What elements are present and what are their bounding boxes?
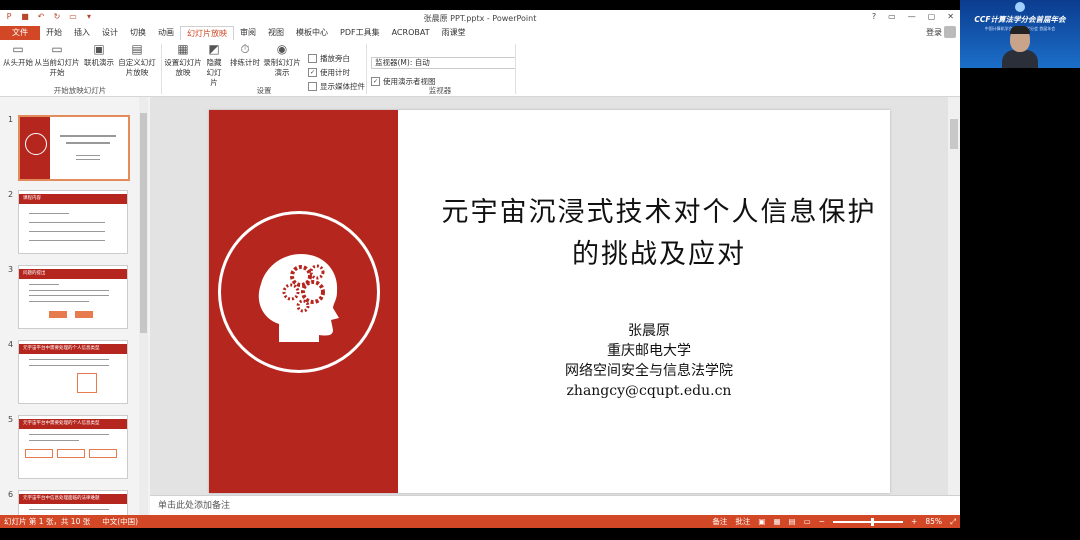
user-avatar[interactable]: [944, 26, 956, 38]
current-slide[interactable]: 元宇宙沉浸式技术对个人信息保护的挑战及应对 张晨原 重庆邮电大学 网络空间安全与…: [209, 110, 890, 493]
use-timings-checkbox[interactable]: ✓ 使用计时: [308, 67, 350, 78]
login-link[interactable]: 登录: [926, 27, 942, 38]
zoom-slider[interactable]: [833, 517, 904, 526]
slideshow-current-icon: ▭: [51, 42, 63, 56]
window-title: 张晨原 PPT.pptx - PowerPoint: [423, 14, 537, 23]
slide-author-block: 张晨原 重庆邮电大学 网络空间安全与信息法学院 zhangcy@cqupt.ed…: [489, 321, 809, 401]
monitor-select[interactable]: 监视器(M): 自动: [371, 57, 516, 69]
status-bar: 幻灯片 第 1 张，共 10 张 中文(中国) 备注 批注 ▣ ▦ ▤ ▭ − …: [0, 515, 960, 528]
record-slideshow-button[interactable]: ◉ 录制幻灯片演示: [262, 42, 302, 78]
author-name: 张晨原: [628, 323, 670, 339]
scroll-thumb[interactable]: [950, 119, 958, 149]
zoom-in-icon[interactable]: +: [911, 515, 917, 528]
tab-slide-show[interactable]: 幻灯片放映: [180, 25, 234, 41]
start-group-label: 开始放映幻灯片: [53, 86, 107, 95]
comments-toggle-button[interactable]: 批注: [735, 515, 750, 528]
thumbnail-image: 问题的提出: [18, 265, 128, 329]
group-divider: [161, 44, 162, 94]
banner-title: CCF计算法学分会首届年会: [974, 15, 1066, 24]
tab-rain-classroom[interactable]: 雨课堂: [436, 26, 472, 40]
tab-home[interactable]: 开始: [40, 26, 68, 40]
record-icon: ◉: [276, 42, 288, 56]
reading-view-icon[interactable]: ▤: [789, 515, 796, 528]
from-beginning-button[interactable]: ▭ 从头开始: [2, 42, 34, 68]
powerpoint-window: P ■ ↶ ↻ ▭ ▾ 张晨原 PPT.pptx - PowerPoint ? …: [0, 10, 960, 528]
slide-canvas: 元宇宙沉浸式技术对个人信息保护的挑战及应对 张晨原 重庆邮电大学 网络空间安全与…: [150, 97, 948, 495]
video-side-panel: CCF计算法学分会首届年会 中国计算机学会 计算法学分会 首届年会: [960, 0, 1080, 540]
speaker-video: [1002, 26, 1038, 68]
group-divider: [366, 44, 367, 94]
from-current-slide-button[interactable]: ▭ 从当前幻灯片开始: [33, 42, 81, 78]
setup-slideshow-icon: ▦: [177, 42, 189, 56]
tab-acrobat[interactable]: ACROBAT: [386, 26, 436, 40]
thumbnail-image: 课程内容: [18, 190, 128, 254]
checkbox-box: ✓: [308, 68, 317, 77]
window-controls: ? ▭ — ▢ ✕: [872, 12, 954, 21]
tab-review[interactable]: 审阅: [234, 26, 262, 40]
tab-insert[interactable]: 插入: [68, 26, 96, 40]
monitor-group-label: 监视器: [428, 86, 452, 95]
head-gears-icon: [258, 254, 339, 342]
checkbox-box: [308, 54, 317, 63]
thumbnail-image: 元宇宙平台中需要处理的个人信息类型: [18, 415, 128, 479]
maximize-button[interactable]: ▢: [928, 12, 936, 21]
normal-view-icon[interactable]: ▣: [758, 515, 765, 528]
tab-transitions[interactable]: 切换: [124, 26, 152, 40]
slide-red-panel: [209, 110, 398, 493]
slide-scrollbar[interactable]: [948, 97, 960, 495]
hide-slide-icon: ◩: [208, 42, 220, 56]
author-email: zhangcy@cqupt.edu.cn: [566, 383, 732, 399]
zoom-level[interactable]: 85%: [925, 515, 942, 528]
thumbnail-image: 元宇宙平台中需要处理的个人信息类型: [18, 340, 128, 404]
slide-sorter-icon[interactable]: ▦: [773, 515, 780, 528]
tab-template-center[interactable]: 模板中心: [290, 26, 334, 40]
ribbon: ▭ 从头开始 ▭ 从当前幻灯片开始 ▣ 联机演示 ▤ 自定义幻灯片放映 开始放映…: [0, 40, 960, 97]
custom-slideshow-icon: ▤: [131, 42, 143, 56]
hide-slide-button[interactable]: ◩ 隐藏幻灯片: [203, 42, 225, 88]
ribbon-tabs: 文件 开始 插入 设计 切换 动画 幻灯片放映 审阅 视图 模板中心 PDF工具…: [0, 25, 960, 41]
slideshow-view-icon[interactable]: ▭: [804, 515, 811, 528]
slideshow-start-icon: ▭: [12, 42, 24, 56]
tab-view[interactable]: 视图: [262, 26, 290, 40]
setup-group-label: 设置: [256, 86, 272, 95]
present-online-button[interactable]: ▣ 联机演示: [82, 42, 116, 68]
present-online-icon: ▣: [93, 42, 105, 56]
close-button[interactable]: ✕: [947, 12, 954, 21]
thumbnail-image: 元宇宙平台中信息处理面临的法律难题: [18, 490, 128, 515]
thumbnail-scrollbar[interactable]: [139, 97, 148, 515]
tab-pdf-tools[interactable]: PDF工具集: [334, 26, 386, 40]
thumbnail-image: [18, 115, 130, 181]
conference-banner: CCF计算法学分会首届年会 中国计算机学会 计算法学分会 首届年会: [960, 0, 1080, 68]
head-gears-logo: [218, 211, 380, 373]
tab-design[interactable]: 设计: [96, 26, 124, 40]
language-indicator[interactable]: 中文(中国): [102, 515, 138, 528]
scroll-thumb[interactable]: [140, 113, 147, 333]
play-narrations-checkbox[interactable]: 播放旁白: [308, 53, 350, 64]
author-school: 网络空间安全与信息法学院: [565, 363, 733, 379]
slide-counter: 幻灯片 第 1 张，共 10 张: [4, 517, 91, 526]
help-button[interactable]: ?: [872, 12, 876, 21]
notes-pane[interactable]: 单击此处添加备注: [150, 495, 960, 515]
ccf-logo-icon: [1015, 2, 1025, 12]
workspace: 1 2 课程内容 3 问题的提出 4 元宇宙平台中需要处理的个人信息类型 5 元…: [0, 97, 960, 515]
notes-toggle-button[interactable]: 备注: [712, 515, 727, 528]
tab-animations[interactable]: 动画: [152, 26, 180, 40]
rehearse-timings-button[interactable]: ⏱ 排练计时: [228, 42, 262, 68]
zoom-out-icon[interactable]: −: [819, 515, 825, 528]
title-bar: P ■ ↶ ↻ ▭ ▾ 张晨原 PPT.pptx - PowerPoint ? …: [0, 10, 960, 27]
fit-slide-icon[interactable]: ⤢: [950, 515, 956, 528]
group-divider: [515, 44, 516, 94]
minimize-button[interactable]: —: [908, 12, 916, 21]
setup-slideshow-button[interactable]: ▦ 设置幻灯片放映: [164, 42, 202, 78]
zoom-slider-handle[interactable]: [871, 517, 875, 526]
timer-icon: ⏱: [240, 42, 250, 56]
slide-thumbnails-pane: 1 2 课程内容 3 问题的提出 4 元宇宙平台中需要处理的个人信息类型 5 元…: [0, 97, 151, 515]
custom-slideshow-button[interactable]: ▤ 自定义幻灯片放映: [116, 42, 158, 78]
tab-file[interactable]: 文件: [0, 26, 40, 40]
ribbon-display-button[interactable]: ▭: [888, 12, 896, 21]
author-affiliation: 重庆邮电大学: [607, 343, 691, 359]
slide-title: 元宇宙沉浸式技术对个人信息保护的挑战及应对: [441, 197, 877, 270]
